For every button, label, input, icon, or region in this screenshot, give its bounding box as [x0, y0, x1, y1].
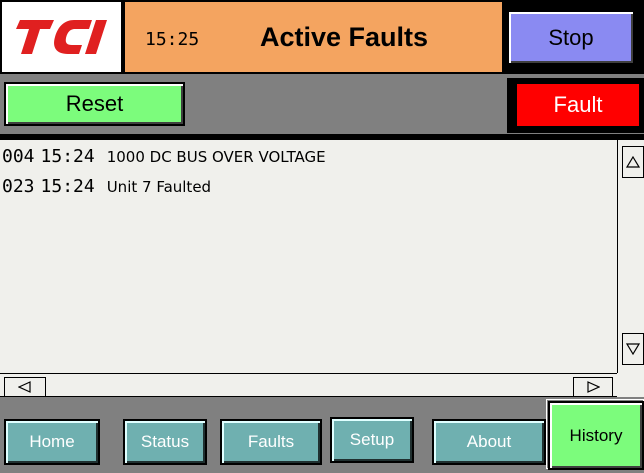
fault-description: Unit 7 Faulted — [106, 178, 212, 196]
fault-code: 023 — [2, 176, 35, 197]
list-item[interactable]: 023 15:24 Unit 7 Faulted — [2, 176, 211, 197]
clock-time: 15:25 — [145, 29, 200, 50]
tci-logo-mark — [16, 20, 107, 54]
fault-time: 15:24 — [40, 146, 95, 167]
nav-status-button[interactable]: Status — [123, 419, 207, 465]
left-triangle-icon[interactable] — [4, 377, 46, 397]
vertical-scrollbar[interactable] — [617, 140, 644, 373]
stop-button[interactable]: Stop — [507, 10, 635, 65]
header-bar: 15:25 Active Faults — [123, 0, 504, 74]
right-triangle-icon[interactable] — [573, 377, 613, 397]
page-title: Active Faults — [260, 22, 429, 52]
up-triangle-icon[interactable] — [622, 146, 644, 178]
reset-button[interactable]: Reset — [4, 82, 185, 126]
horizontal-scrollbar[interactable] — [0, 373, 617, 397]
fault-list[interactable]: 004 15:24 1000 DC BUS OVER VOLTAGE 023 15:2… — [0, 140, 617, 373]
fault-time: 15:24 — [40, 176, 95, 197]
fault-description: 1000 DC BUS OVER VOLTAGE — [106, 148, 326, 166]
tci-logo — [0, 0, 123, 74]
nav-history-button[interactable]: History — [548, 401, 644, 470]
nav-home-button[interactable]: Home — [4, 419, 100, 465]
fault-code: 004 — [2, 146, 35, 167]
fault-button[interactable]: Fault — [517, 84, 639, 126]
nav-faults-button[interactable]: Faults — [220, 419, 322, 465]
down-triangle-icon[interactable] — [622, 333, 644, 365]
scrollbar-corner — [617, 373, 644, 397]
nav-about-button[interactable]: About — [432, 419, 546, 465]
list-item[interactable]: 004 15:24 1000 DC BUS OVER VOLTAGE — [2, 146, 326, 167]
nav-setup-button[interactable]: Setup — [330, 417, 414, 463]
footer-nav: Home Status Faults Setup About History — [0, 397, 644, 473]
